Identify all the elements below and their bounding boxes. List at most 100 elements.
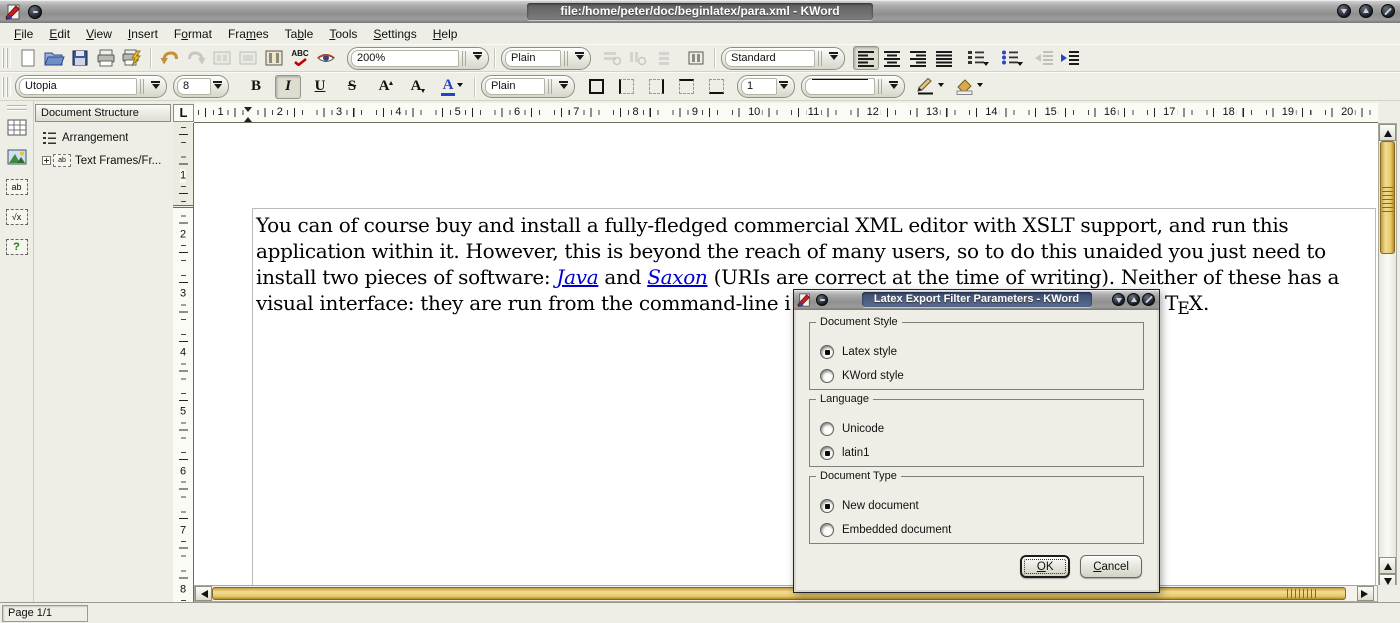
window-titlebar[interactable]: file:/home/peter/doc/beginlatex/para.xml… <box>0 0 1400 23</box>
tree-item-text-frames[interactable]: ab Text Frames/Fr... <box>42 154 172 167</box>
toolbar-grip[interactable] <box>2 77 11 97</box>
ok-button[interactable]: OK <box>1020 555 1070 578</box>
scroll-up-button[interactable] <box>1379 124 1396 141</box>
minimize-button[interactable] <box>1337 4 1351 18</box>
dropdown-arrow-icon[interactable] <box>573 52 586 64</box>
dropdown-arrow-icon[interactable] <box>887 81 900 93</box>
paragraph-style-combobox[interactable]: Plain <box>501 47 591 70</box>
subscript-button[interactable]: A <box>403 75 429 99</box>
view-mode-button[interactable] <box>313 46 339 70</box>
border-outline-button[interactable] <box>583 75 609 99</box>
radio-option-latin1[interactable]: latin1 <box>820 441 1143 465</box>
align-justify-button[interactable] <box>931 46 957 70</box>
scroll-right-button[interactable] <box>1357 586 1374 601</box>
window-menu-button[interactable] <box>28 5 42 19</box>
hyperlink[interactable]: Java <box>556 265 598 289</box>
dropdown-arrow-icon[interactable] <box>211 81 224 93</box>
radio-button[interactable] <box>820 446 834 460</box>
radio-option-new-document[interactable]: New document <box>820 494 1143 518</box>
radio-option-unicode[interactable]: Unicode <box>820 417 1143 441</box>
open-button[interactable] <box>41 46 67 70</box>
redo-button[interactable] <box>183 46 209 70</box>
dropdown-arrow-icon[interactable] <box>557 81 570 93</box>
save-button[interactable] <box>67 46 93 70</box>
italic-button[interactable]: I <box>275 75 301 99</box>
border-line-style-combobox[interactable] <box>801 75 905 98</box>
strikethrough-button[interactable]: S <box>339 75 365 99</box>
increase-indent-button[interactable] <box>1057 46 1083 70</box>
dropdown-arrow-icon[interactable] <box>827 52 840 64</box>
zoom-value[interactable]: 200% <box>351 50 459 67</box>
dropdown-arrow-icon[interactable] <box>149 81 162 93</box>
menu-item-format[interactable]: Format <box>166 25 220 43</box>
insert-object-tool[interactable]: ? <box>3 234 31 260</box>
toolbar-grip[interactable] <box>2 48 11 68</box>
print-button[interactable] <box>93 46 119 70</box>
align-center-button[interactable] <box>879 46 905 70</box>
dropdown-caret-icon[interactable] <box>938 83 944 90</box>
maximize-button[interactable] <box>1359 4 1373 18</box>
horizontal-scroll-thumb[interactable] <box>212 587 1346 600</box>
font-combobox[interactable]: Utopia <box>15 75 167 98</box>
border-bottom-button[interactable] <box>703 75 729 99</box>
dropdown-arrow-icon[interactable] <box>471 52 484 64</box>
toolbar-grip[interactable] <box>7 104 27 111</box>
menu-item-frames[interactable]: Frames <box>220 25 277 43</box>
numbered-list-button[interactable] <box>963 46 989 70</box>
insert-textframe-tool[interactable]: ab <box>3 174 31 200</box>
insert-frame-button[interactable] <box>261 46 287 70</box>
close-button[interactable] <box>1381 4 1395 18</box>
menu-item-settings[interactable]: Settings <box>365 25 424 43</box>
superscript-button[interactable]: A <box>371 75 397 99</box>
border-width-value[interactable]: 1 <box>741 78 777 95</box>
stylist-combobox[interactable]: Standard <box>721 47 845 70</box>
spellcheck-button[interactable]: ABC <box>287 46 313 70</box>
expander-icon[interactable] <box>42 156 51 165</box>
menu-item-table[interactable]: Table <box>277 25 322 43</box>
insert-table-tool[interactable] <box>3 114 31 140</box>
border-right-button[interactable] <box>643 75 669 99</box>
radio-option-kword-style[interactable]: KWord style <box>820 364 1143 388</box>
zoom-combobox[interactable]: 200% <box>347 47 489 70</box>
hyperlink[interactable]: Saxon <box>647 265 707 289</box>
align-left-button[interactable] <box>853 46 879 70</box>
dropdown-caret-icon[interactable] <box>977 83 983 90</box>
align-right-button[interactable] <box>905 46 931 70</box>
paste-frame-button[interactable] <box>235 46 261 70</box>
background-color-button[interactable] <box>951 75 987 99</box>
dropdown-arrow-icon[interactable] <box>777 81 790 93</box>
bold-button[interactable]: B <box>243 75 269 99</box>
insert-formula-tool[interactable]: √x <box>3 204 31 230</box>
radio-button[interactable] <box>820 345 834 359</box>
underline-button[interactable]: U <box>307 75 333 99</box>
border-width-combobox[interactable]: 1 <box>737 75 795 98</box>
font-size-combobox[interactable]: 8 <box>173 75 229 98</box>
insert-tool-button-3[interactable] <box>651 46 677 70</box>
radio-option-latex-style[interactable]: Latex style <box>820 340 1143 364</box>
decrease-indent-button[interactable] <box>1031 46 1057 70</box>
insert-tool-button-1[interactable] <box>599 46 625 70</box>
font-size-value[interactable]: 8 <box>177 78 211 95</box>
horizontal-scrollbar[interactable] <box>194 585 1378 602</box>
border-left-button[interactable] <box>613 75 639 99</box>
cancel-button[interactable]: Cancel <box>1080 555 1142 578</box>
menu-item-view[interactable]: View <box>78 25 120 43</box>
new-document-button[interactable] <box>15 46 41 70</box>
border-top-button[interactable] <box>673 75 699 99</box>
dialog-titlebar[interactable]: Latex Export Filter Parameters - KWord <box>794 290 1159 310</box>
scroll-left-button[interactable] <box>195 586 212 601</box>
radio-button[interactable] <box>820 499 834 513</box>
scroll-up-button-2[interactable] <box>1379 557 1396 574</box>
tree-item-label[interactable]: Text Frames/Fr... <box>75 155 161 167</box>
horizontal-ruler[interactable]: 1234567891011121314151617181920 <box>194 103 1378 123</box>
insert-tool-button-4[interactable] <box>683 46 709 70</box>
radio-button[interactable] <box>820 422 834 436</box>
menu-item-tools[interactable]: Tools <box>321 25 365 43</box>
vertical-scroll-thumb[interactable] <box>1380 141 1395 254</box>
insert-tool-button-2[interactable] <box>625 46 651 70</box>
print-preview-button[interactable] <box>119 46 145 70</box>
font-value[interactable]: Utopia <box>19 78 137 95</box>
radio-button[interactable] <box>820 523 834 537</box>
text-color-button[interactable]: A <box>435 75 469 99</box>
radio-option-embedded-document[interactable]: Embedded document <box>820 518 1143 542</box>
